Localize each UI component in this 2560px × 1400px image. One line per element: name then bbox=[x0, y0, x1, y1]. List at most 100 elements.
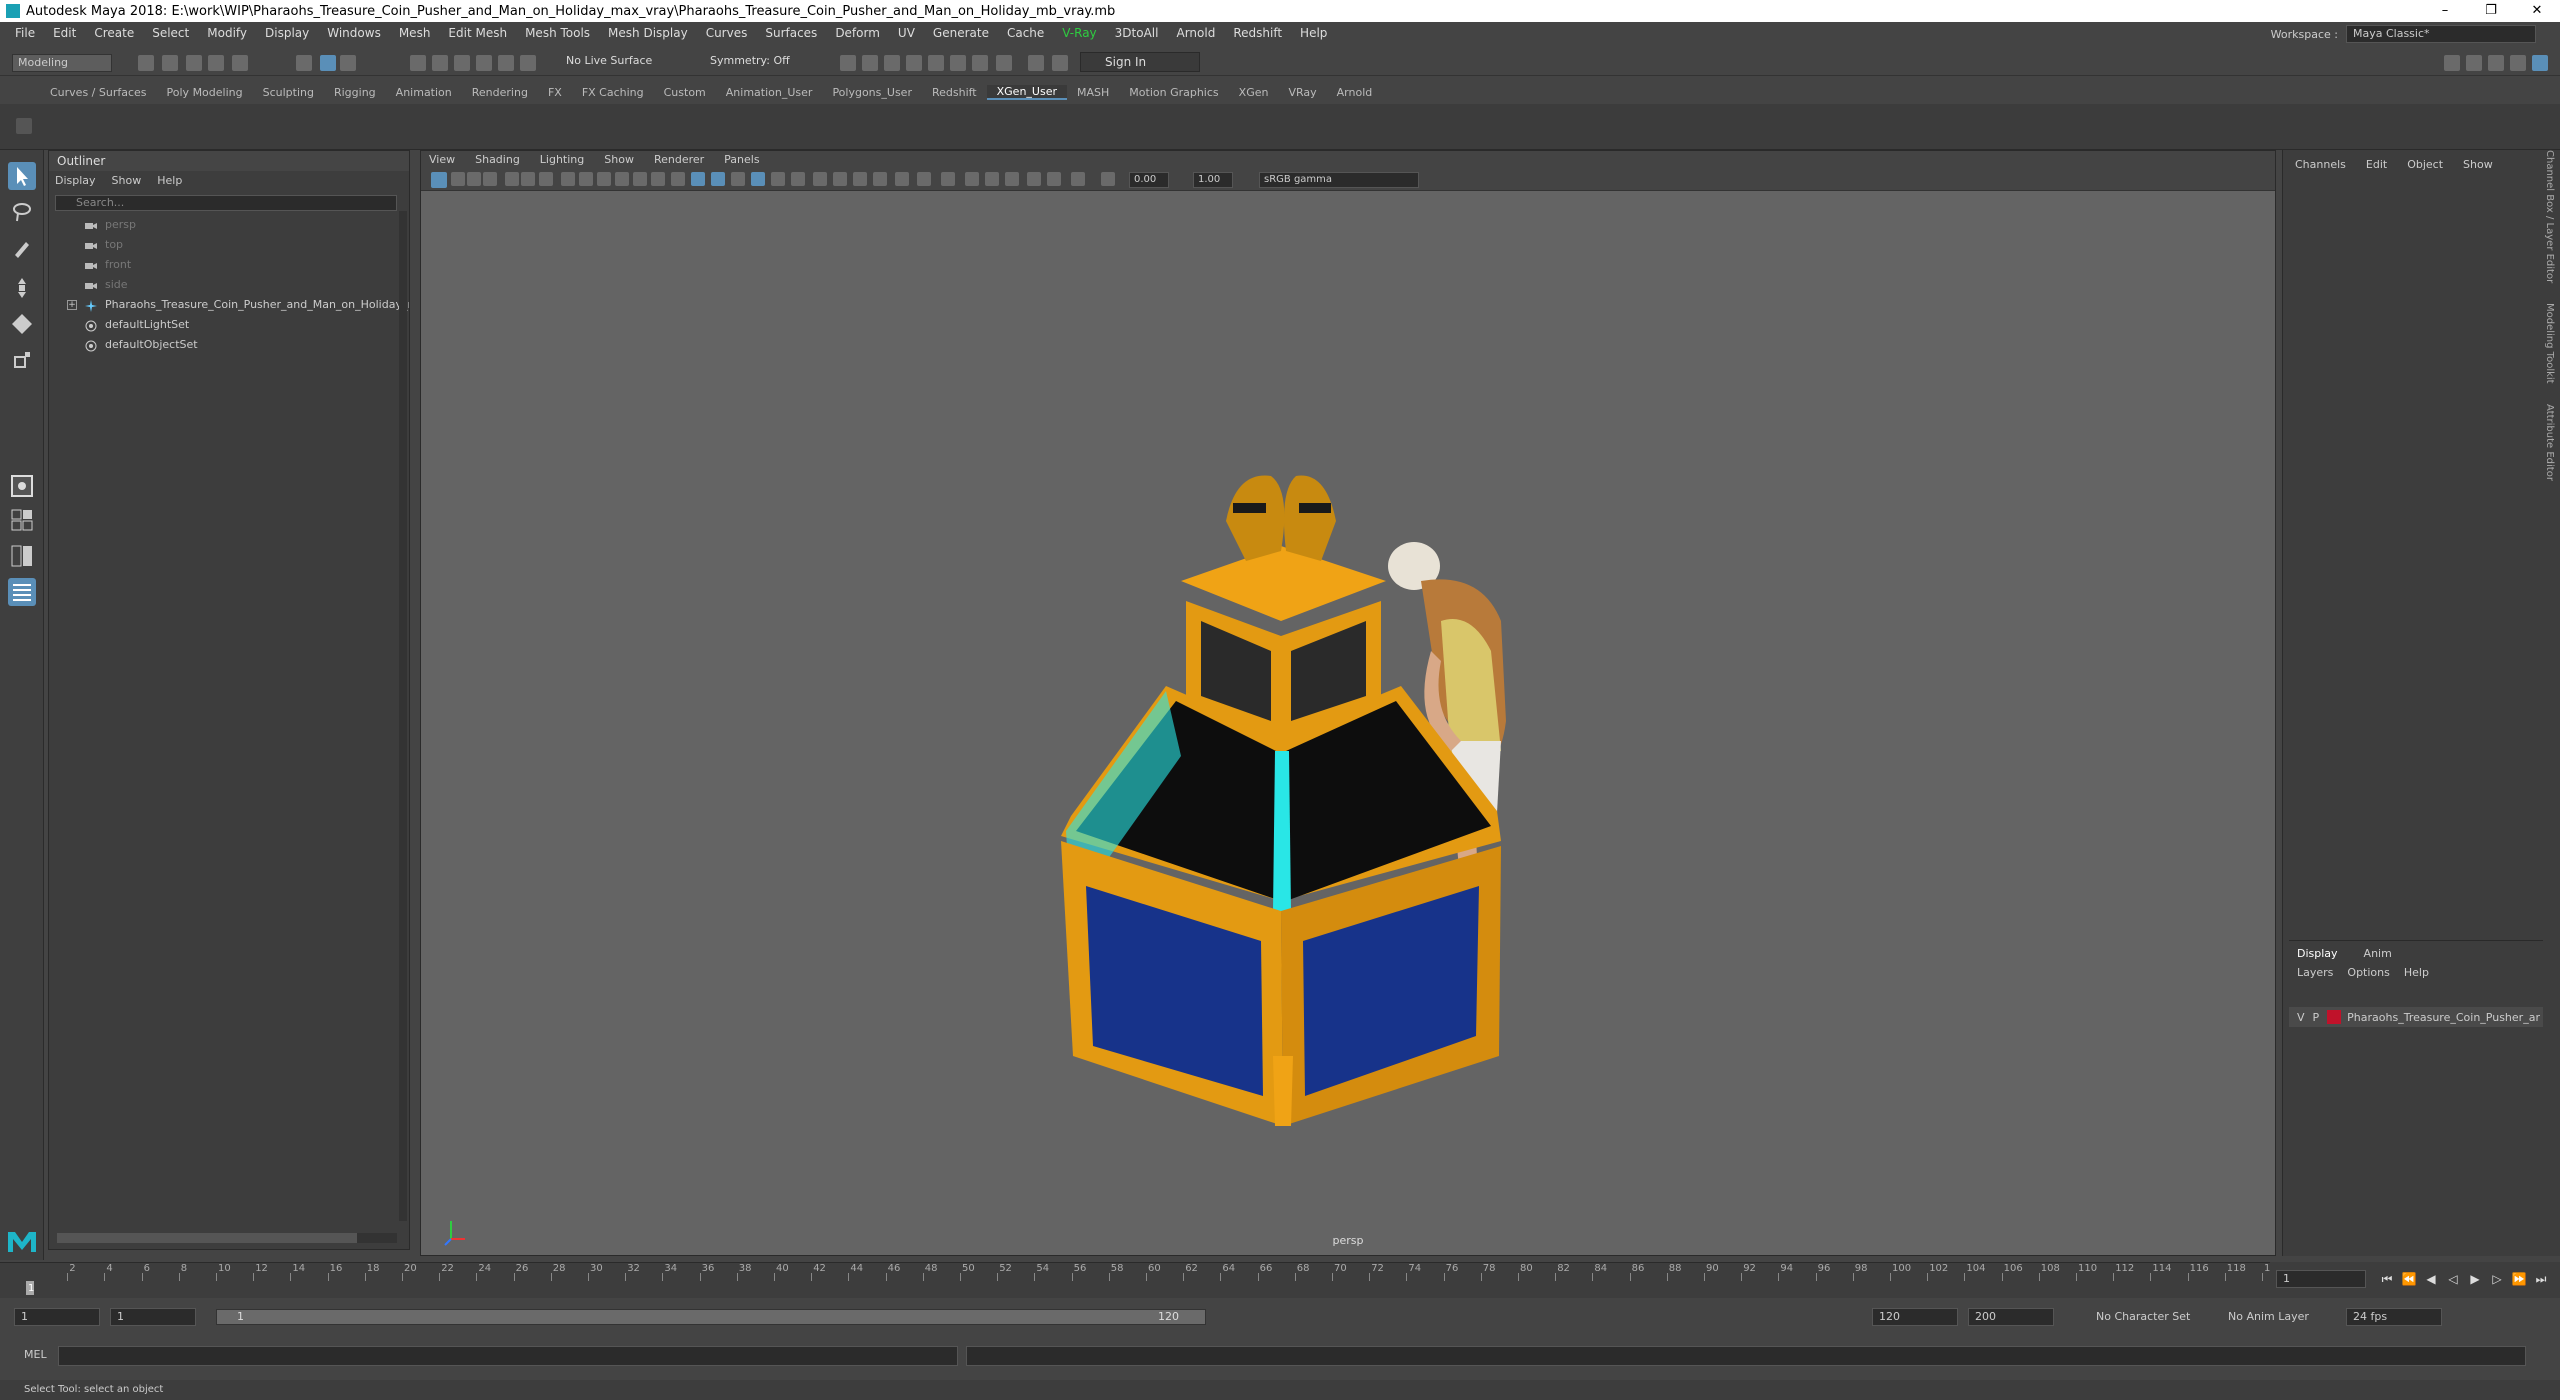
status-line-tool-icon[interactable] bbox=[454, 55, 470, 71]
outliner-layout-icon[interactable] bbox=[8, 578, 36, 606]
menu-arnold[interactable]: Arnold bbox=[1167, 26, 1224, 40]
status-line-tool-icon[interactable] bbox=[928, 55, 944, 71]
single-perspective-layout-icon[interactable] bbox=[8, 472, 36, 500]
outliner-item[interactable]: defaultLightSet bbox=[49, 315, 409, 335]
character-set-dropdown[interactable]: No Character Set bbox=[2096, 1310, 2190, 1323]
expand-icon[interactable]: + bbox=[67, 300, 77, 310]
status-line-tool-icon[interactable] bbox=[840, 55, 856, 71]
status-line-tool-icon[interactable] bbox=[138, 55, 154, 71]
shelf-tab-motion-graphics[interactable]: Motion Graphics bbox=[1119, 86, 1228, 99]
go-to-end-icon[interactable]: ⏭ bbox=[2532, 1272, 2550, 1288]
layer-menu-options[interactable]: Options bbox=[2347, 966, 2389, 979]
playback-end-field[interactable]: 120 bbox=[1872, 1308, 1958, 1326]
step-forward-key-icon[interactable]: ⏩ bbox=[2510, 1272, 2528, 1288]
layer-tab-anim[interactable]: Anim bbox=[2364, 947, 2392, 960]
playback-start-field[interactable]: 1 bbox=[110, 1308, 196, 1326]
perspective-viewport[interactable]: View Shading Lighting Show Renderer Panels 0.… bbox=[420, 150, 2276, 1256]
menu-v-ray[interactable]: V-Ray bbox=[1053, 26, 1105, 40]
shelf-tab-mash[interactable]: MASH bbox=[1067, 86, 1119, 99]
fps-dropdown[interactable]: 24 fps bbox=[2346, 1308, 2442, 1326]
anim-layer-dropdown[interactable]: No Anim Layer bbox=[2228, 1310, 2309, 1323]
status-line-tool-icon[interactable] bbox=[432, 55, 448, 71]
shelf-tab-rendering[interactable]: Rendering bbox=[462, 86, 538, 99]
menu-windows[interactable]: Windows bbox=[318, 26, 390, 40]
layer-playback-toggle[interactable]: P bbox=[2305, 1011, 2320, 1024]
select-tool-icon[interactable] bbox=[8, 162, 36, 190]
play-forwards-icon[interactable]: ▶ bbox=[2466, 1272, 2484, 1288]
shelf-tab-animation[interactable]: Animation bbox=[386, 86, 462, 99]
step-forward-frame-icon[interactable]: ▷ bbox=[2488, 1272, 2506, 1288]
outliner-item[interactable]: front bbox=[49, 255, 409, 275]
workspace-dropdown[interactable]: Maya Classic* bbox=[2346, 25, 2536, 43]
status-line-tool-icon[interactable] bbox=[296, 55, 312, 71]
scale-tool-icon[interactable] bbox=[8, 346, 36, 374]
status-line-tool-icon[interactable] bbox=[950, 55, 966, 71]
outliner-item[interactable]: defaultObjectSet bbox=[49, 335, 409, 355]
menu-display[interactable]: Display bbox=[256, 26, 318, 40]
restore-button[interactable]: ❐ bbox=[2468, 0, 2514, 22]
status-line-tool-icon[interactable] bbox=[186, 55, 202, 71]
outliner-item[interactable]: persp bbox=[49, 215, 409, 235]
channel-box-menu-edit[interactable]: Edit bbox=[2366, 158, 2387, 174]
outliner-search-input[interactable]: Search... bbox=[55, 195, 397, 211]
status-line-tool-icon[interactable] bbox=[996, 55, 1012, 71]
shelf-tab-curves-surfaces[interactable]: Curves / Surfaces bbox=[40, 86, 157, 99]
panel-toggle-icon[interactable] bbox=[2532, 55, 2548, 71]
current-frame-field[interactable]: 1 bbox=[2276, 1270, 2366, 1288]
outliner-menu-display[interactable]: Display bbox=[55, 171, 96, 191]
channel-box-menu-show[interactable]: Show bbox=[2463, 158, 2493, 174]
menu-edit-mesh[interactable]: Edit Mesh bbox=[439, 26, 516, 40]
shelf-tab-polygons-user[interactable]: Polygons_User bbox=[822, 86, 922, 99]
scene-view[interactable] bbox=[421, 151, 2277, 1257]
animation-end-field[interactable]: 200 bbox=[1968, 1308, 2054, 1326]
shelf-tab-custom[interactable]: Custom bbox=[654, 86, 716, 99]
step-back-key-icon[interactable]: ⏪ bbox=[2400, 1272, 2418, 1288]
shelf-tab-redshift[interactable]: Redshift bbox=[922, 86, 987, 99]
menu-uv[interactable]: UV bbox=[889, 26, 924, 40]
outliner-menu-help[interactable]: Help bbox=[157, 171, 182, 191]
layer-color-swatch[interactable] bbox=[2327, 1010, 2342, 1024]
layer-menu-layers[interactable]: Layers bbox=[2297, 966, 2333, 979]
channel-box-menu-object[interactable]: Object bbox=[2407, 158, 2443, 174]
status-line-tool-icon[interactable] bbox=[862, 55, 878, 71]
shelf-tab-rigging[interactable]: Rigging bbox=[324, 86, 386, 99]
menu-generate[interactable]: Generate bbox=[924, 26, 998, 40]
move-tool-icon[interactable] bbox=[8, 274, 36, 302]
shelf-tab-fx-caching[interactable]: FX Caching bbox=[572, 86, 654, 99]
menu-surfaces[interactable]: Surfaces bbox=[756, 26, 826, 40]
status-line-tool-icon[interactable] bbox=[410, 55, 426, 71]
status-line-tool-icon[interactable] bbox=[162, 55, 178, 71]
panel-toggle-icon[interactable] bbox=[2466, 55, 2482, 71]
two-view-layout-icon[interactable] bbox=[8, 542, 36, 570]
menu-mesh-display[interactable]: Mesh Display bbox=[599, 26, 697, 40]
status-line-tool-icon[interactable] bbox=[1052, 55, 1068, 71]
status-line-tool-icon[interactable] bbox=[208, 55, 224, 71]
outliner-item[interactable]: + Pharaohs_Treasure_Coin_Pusher_and_Man_o… bbox=[49, 295, 409, 315]
outliner-item[interactable]: top bbox=[49, 235, 409, 255]
layer-name[interactable]: Pharaohs_Treasure_Coin_Pusher_ar bbox=[2347, 1011, 2540, 1024]
menu-help[interactable]: Help bbox=[1291, 26, 1336, 40]
status-line-tool-icon[interactable] bbox=[340, 55, 356, 71]
side-tab-attribute-editor[interactable]: Attribute Editor bbox=[2544, 404, 2555, 481]
symmetry-label[interactable]: Symmetry: Off bbox=[710, 54, 790, 67]
close-button[interactable]: ✕ bbox=[2514, 0, 2560, 22]
shelf-tab-vray[interactable]: VRay bbox=[1278, 86, 1326, 99]
status-line-tool-icon[interactable] bbox=[972, 55, 988, 71]
range-slider-bar[interactable]: 1 120 bbox=[216, 1309, 1206, 1325]
side-tab-modeling-toolkit[interactable]: Modeling Toolkit bbox=[2544, 303, 2555, 384]
menu-set-dropdown[interactable]: Modeling bbox=[12, 54, 112, 72]
minimize-button[interactable]: – bbox=[2422, 0, 2468, 22]
status-line-tool-icon[interactable] bbox=[520, 55, 536, 71]
go-to-start-icon[interactable]: ⏮ bbox=[2378, 1272, 2396, 1288]
panel-toggle-icon[interactable] bbox=[2488, 55, 2504, 71]
play-backwards-icon[interactable]: ◁ bbox=[2444, 1272, 2462, 1288]
rotate-tool-icon[interactable] bbox=[8, 310, 36, 338]
menu-create[interactable]: Create bbox=[85, 26, 143, 40]
layer-visibility-toggle[interactable]: V bbox=[2289, 1011, 2305, 1024]
status-line-tool-icon[interactable] bbox=[498, 55, 514, 71]
shelf-tab-arnold[interactable]: Arnold bbox=[1327, 86, 1383, 99]
menu-cache[interactable]: Cache bbox=[998, 26, 1053, 40]
outliner-menu-show[interactable]: Show bbox=[112, 171, 142, 191]
menu-mesh-tools[interactable]: Mesh Tools bbox=[516, 26, 599, 40]
panel-toggle-icon[interactable] bbox=[2444, 55, 2460, 71]
